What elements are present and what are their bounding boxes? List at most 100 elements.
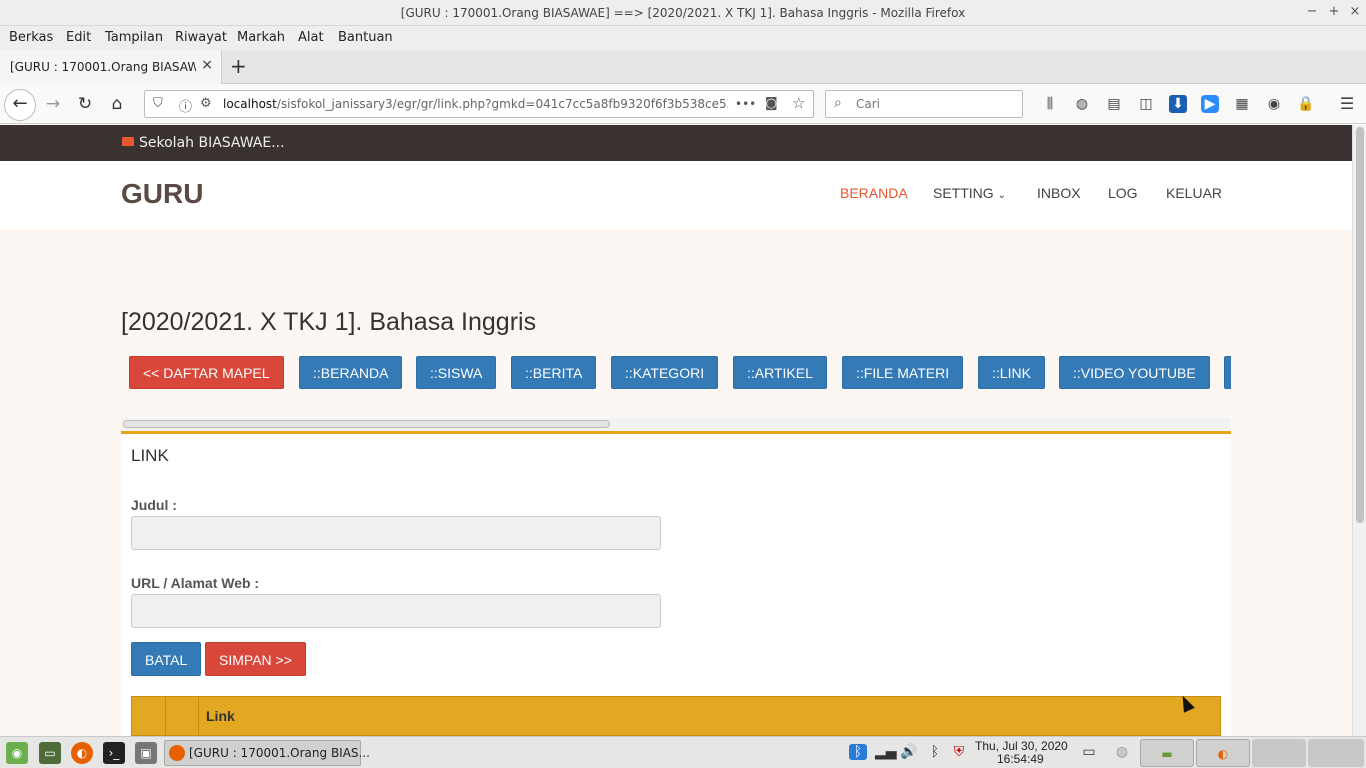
browser-menubar: Berkas Edit Tampilan Riwayat Markah Alat… (0, 26, 1366, 50)
close-window-icon[interactable]: × (1347, 4, 1363, 19)
url-host: localhost (223, 97, 277, 111)
workspace-1[interactable] (1252, 739, 1306, 767)
minimize-icon[interactable]: − (1304, 4, 1320, 19)
site-brand[interactable]: GURU (121, 178, 203, 210)
update-shield-icon[interactable]: ⛨ (950, 744, 968, 760)
table-header-link: Link (206, 708, 235, 724)
tab-strip: [GURU : 170001.Orang BIASAWAE × + (0, 50, 1366, 84)
berita-button[interactable]: ::BERITA (511, 356, 597, 389)
firefox-icon (169, 745, 185, 761)
qr-icon[interactable]: ▦ (1233, 95, 1251, 113)
menu-alat[interactable]: Alat (298, 30, 324, 45)
site-header: GURU BERANDA SETTING ⌄ INBOX LOG KELUAR (0, 161, 1352, 229)
scrollbar-thumb[interactable] (123, 420, 610, 428)
file-materi-button[interactable]: ::FILE MATERI (842, 356, 964, 389)
simpan-button[interactable]: SIMPAN >> (205, 642, 306, 676)
nav-beranda[interactable]: BERANDA (840, 185, 908, 201)
terminal-icon[interactable]: ›_ (103, 742, 125, 764)
battery-icon[interactable]: ▭ (1080, 744, 1098, 760)
url-text[interactable]: localhost/sisfokol_janissary3/egr/gr/lin… (223, 97, 728, 111)
page-viewport: Sekolah BIASAWAE... GURU BERANDA SETTING… (0, 125, 1352, 736)
kategori-button[interactable]: ::KATEGORI (611, 356, 719, 389)
vertical-scrollbar-thumb[interactable] (1356, 127, 1364, 523)
url-path: /sisfokol_janissary3/egr/gr/link.php?gmk… (276, 97, 728, 111)
network-icon[interactable]: ▂▄ (875, 744, 897, 760)
taskbar-firefox-window[interactable]: [GURU : 170001.Orang BIAS... (164, 740, 370, 766)
judul-input[interactable] (131, 516, 661, 550)
window-title: [GURU : 170001.Orang BIASAWAE] ==> [2020… (400, 6, 966, 20)
menu-riwayat[interactable]: Riwayat (175, 30, 227, 45)
siswa-button[interactable]: ::SISWA (416, 356, 497, 389)
show-desktop-icon[interactable]: ▭ (39, 742, 61, 764)
info-icon[interactable]: ⓘ (179, 96, 192, 115)
permissions-icon[interactable]: ⚙ (200, 96, 212, 111)
search-bar[interactable]: ⌕ Cari (825, 90, 1023, 118)
chevron-down-icon: ⌄ (997, 190, 1006, 201)
page-actions-icon[interactable]: ••• (735, 97, 756, 111)
extension-globe-icon[interactable]: ◍ (1073, 95, 1091, 113)
firefox-launcher-icon[interactable]: ◐ (71, 742, 93, 764)
taskbar-window-label: [GURU : 170001.Orang BIAS... (189, 746, 370, 760)
home-icon[interactable]: ⌂ (105, 92, 129, 116)
new-tab-icon[interactable]: + (230, 54, 247, 78)
link-button[interactable]: ::LINK (978, 356, 1045, 389)
mint-menu-icon[interactable]: ◉ (6, 742, 28, 764)
maximize-icon[interactable]: + (1326, 4, 1342, 19)
browser-navbar: ← → ↻ ⌂ ⛉ ⓘ ⚙ localhost/sisfokol_janissa… (0, 84, 1366, 124)
reload-icon[interactable]: ↻ (73, 92, 97, 116)
nav-setting[interactable]: SETTING ⌄ (933, 185, 1006, 201)
vertical-scrollbar[interactable] (1352, 125, 1366, 736)
mail-icon (122, 137, 134, 146)
bookmark-star-icon[interactable]: ☆ (792, 94, 805, 112)
hamburger-menu-icon[interactable]: ☰ (1338, 95, 1356, 113)
site-topbar: Sekolah BIASAWAE... (0, 125, 1352, 161)
nav-setting-label: SETTING (933, 185, 994, 201)
volume-icon[interactable]: 🔊 (900, 744, 918, 760)
tab-label: [GURU : 170001.Orang BIASAWAE (10, 60, 196, 74)
nav-log[interactable]: LOG (1108, 185, 1138, 201)
clock[interactable]: Thu, Jul 30, 2020 16:54:49 (975, 740, 1068, 766)
files-launcher-icon[interactable]: ▣ (135, 742, 157, 764)
menu-tampilan[interactable]: Tampilan (105, 30, 163, 45)
school-name: Sekolah BIASAWAE... (139, 135, 285, 151)
back-icon[interactable]: ← (4, 89, 36, 121)
menu-berkas[interactable]: Berkas (9, 30, 53, 45)
search-placeholder: Cari (856, 97, 880, 111)
bluetooth-icon[interactable]: ᛒ (926, 744, 944, 760)
page-title: [2020/2021. X TKJ 1]. Bahasa Inggris (121, 308, 537, 336)
account-icon[interactable]: ◉ (1265, 95, 1283, 113)
horizontal-scrollbar[interactable] (121, 418, 1231, 430)
menu-edit[interactable]: Edit (66, 30, 91, 45)
library-icon[interactable]: ⫼ (1041, 95, 1059, 113)
video-youtube-button[interactable]: ::VIDEO YOUTUBE (1059, 356, 1210, 389)
beranda-button[interactable]: ::BERANDA (299, 356, 403, 389)
sidebar-icon[interactable]: ◫ (1137, 95, 1155, 113)
menu-bantuan[interactable]: Bantuan (338, 30, 393, 45)
url-bar[interactable]: ⛉ ⓘ ⚙ localhost/sisfokol_janissary3/egr/… (144, 90, 814, 118)
nav-keluar[interactable]: KELUAR (1166, 185, 1222, 201)
daftar-mapel-button[interactable]: << DAFTAR MAPEL (129, 356, 284, 389)
batal-button[interactable]: BATAL (131, 642, 202, 676)
table-header-cell-1 (132, 697, 166, 735)
bluetooth-applet-icon[interactable]: ᛒ (849, 744, 867, 760)
lock-icon[interactable]: 🔒 (1297, 95, 1315, 113)
taskbar-files-window[interactable]: ▬ (1140, 739, 1194, 767)
artikel-button[interactable]: ::ARTIKEL (733, 356, 827, 389)
tab-close-icon[interactable]: × (201, 57, 213, 73)
nav-inbox[interactable]: INBOX (1037, 185, 1081, 201)
forward-icon[interactable]: → (41, 92, 65, 116)
shield-icon[interactable]: ⛉ (153, 96, 163, 111)
workspace-2[interactable] (1308, 739, 1364, 767)
reader-icon[interactable]: ▤ (1105, 95, 1123, 113)
download-icon[interactable]: ⬇ (1169, 95, 1187, 113)
url-input[interactable] (131, 594, 661, 628)
menu-markah[interactable]: Markah (237, 30, 285, 45)
overflow-button[interactable] (1224, 356, 1231, 389)
taskbar-firefox-icon[interactable]: ◐ (1196, 739, 1250, 767)
pocket-icon[interactable]: ◙ (765, 96, 778, 111)
os-taskbar: ◉ ▭ ◐ ›_ ▣ [GURU : 170001.Orang BIAS... … (0, 736, 1366, 768)
panel-title: LINK (131, 446, 169, 465)
zoom-icon[interactable]: ▶ (1201, 95, 1219, 113)
browser-tab[interactable]: [GURU : 170001.Orang BIASAWAE × (0, 50, 222, 84)
notifications-icon[interactable]: ◍ (1113, 744, 1131, 760)
